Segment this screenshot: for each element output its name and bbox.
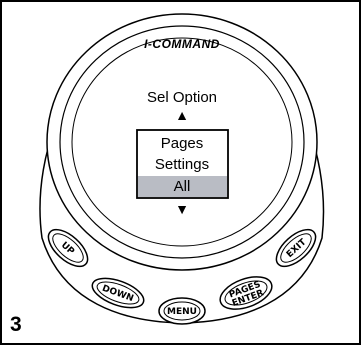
down-arrow-icon: ▼ (175, 201, 189, 217)
menu-button[interactable]: MENU (158, 297, 206, 325)
menu-button-label: MENU (167, 307, 197, 317)
option-pages[interactable]: Pages (161, 135, 204, 152)
screen-title: Sel Option (147, 89, 217, 106)
brand-logo: I-COMMAND (144, 37, 220, 51)
option-all[interactable]: All (174, 178, 191, 195)
option-settings[interactable]: Settings (155, 156, 209, 173)
figure-number: 3 (10, 313, 22, 336)
up-arrow-icon: ▲ (175, 107, 189, 123)
figure-frame: I-COMMAND Sel Option ▲ Pages Settings Al… (0, 0, 361, 345)
icommand-display-device: I-COMMAND Sel Option ▲ Pages Settings Al… (39, 13, 325, 325)
